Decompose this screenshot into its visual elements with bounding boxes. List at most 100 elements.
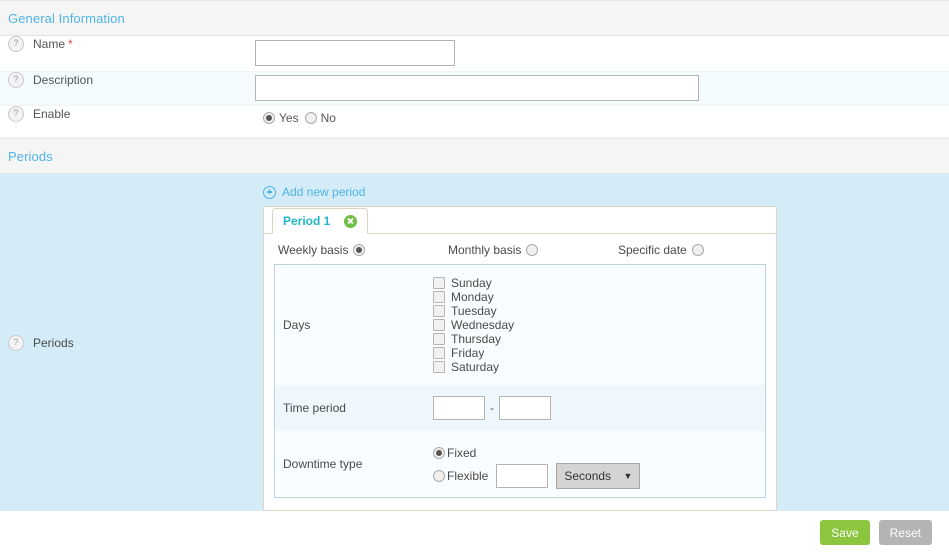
form-page: General Information ? Name * ? Descripti… [0, 0, 949, 530]
radio-specific-date-label: Specific date [618, 243, 687, 257]
add-new-period-link[interactable]: Add new period [263, 185, 365, 199]
label-enable: ? Enable [0, 106, 255, 122]
checkbox-tuesday-label: Tuesday [451, 304, 497, 318]
label-periods: ? Periods [0, 174, 255, 511]
checkbox-monday-label: Monday [451, 290, 494, 304]
downtime-flexible-row: Flexible Seconds ▼ [433, 465, 765, 486]
radio-downtime-fixed[interactable]: Fixed [433, 446, 476, 460]
close-circle-icon[interactable] [344, 215, 357, 228]
checkbox-monday[interactable]: Monday [433, 290, 765, 304]
radio-weekly-basis-label: Weekly basis [278, 243, 348, 257]
tab-body: Weekly basis Monthly basis Specific date [264, 234, 776, 510]
label-name-text: Name [33, 37, 65, 51]
add-new-period-label: Add new period [282, 185, 365, 199]
checkbox-friday-label: Friday [451, 346, 484, 360]
section-title-general: General Information [8, 11, 125, 26]
radio-icon[interactable] [353, 244, 365, 256]
radio-icon[interactable] [433, 470, 445, 482]
checkbox-icon[interactable] [433, 361, 445, 373]
checkbox-icon[interactable] [433, 277, 445, 289]
checkbox-thursday-label: Thursday [451, 332, 501, 346]
time-to-input[interactable] [499, 396, 551, 420]
downtime-type-label: Downtime type [275, 431, 434, 498]
checkbox-icon[interactable] [433, 333, 445, 345]
downtime-unit-value: Seconds [564, 469, 611, 483]
time-period-field: - [433, 385, 766, 431]
radio-downtime-flexible[interactable]: Flexible [433, 469, 488, 483]
form-footer: Save Reset [0, 511, 949, 554]
label-description-text: Description [33, 73, 93, 87]
days-checkbox-list: Sunday Monday Tuesday [433, 271, 765, 379]
help-icon[interactable]: ? [8, 72, 24, 88]
field-name [255, 36, 949, 66]
label-enable-text: Enable [33, 107, 70, 121]
radio-enable-no-label: No [321, 112, 336, 124]
days-field: Sunday Monday Tuesday [433, 265, 766, 386]
help-icon[interactable]: ? [8, 335, 24, 351]
help-icon[interactable]: ? [8, 106, 24, 122]
table-row-days: Days Sunday Monday [275, 265, 766, 386]
label-name: ? Name * [0, 36, 255, 52]
checkbox-thursday[interactable]: Thursday [433, 332, 765, 346]
reset-button[interactable]: Reset [879, 520, 932, 545]
radio-weekly-basis[interactable]: Weekly basis [278, 243, 448, 257]
tab-period-1[interactable]: Period 1 [272, 208, 368, 234]
section-title-periods: Periods [8, 149, 53, 164]
radio-specific-date[interactable]: Specific date [618, 243, 704, 257]
checkbox-tuesday[interactable]: Tuesday [433, 304, 765, 318]
radio-icon[interactable] [433, 447, 445, 459]
help-icon[interactable]: ? [8, 36, 24, 52]
form-row-description: ? Description [0, 72, 949, 106]
days-label: Days [275, 265, 434, 386]
section-header-periods: Periods [0, 138, 949, 174]
name-input[interactable] [255, 40, 455, 66]
time-separator: - [490, 401, 494, 415]
radio-enable-no[interactable]: No [305, 112, 336, 124]
chevron-down-icon: ▼ [623, 471, 632, 481]
radio-icon[interactable] [526, 244, 538, 256]
checkbox-icon[interactable] [433, 347, 445, 359]
radio-enable-yes[interactable]: Yes [263, 112, 299, 124]
radio-icon[interactable] [305, 112, 317, 124]
time-from-input[interactable] [433, 396, 485, 420]
required-asterisk: * [68, 37, 73, 51]
field-description [255, 72, 949, 101]
checkbox-icon[interactable] [433, 291, 445, 303]
radio-icon[interactable] [692, 244, 704, 256]
plus-circle-icon [263, 186, 276, 199]
checkbox-saturday-label: Saturday [451, 360, 499, 374]
radio-monthly-basis-label: Monthly basis [448, 243, 521, 257]
downtime-type-field: Fixed Flexible [433, 431, 766, 498]
periods-area: ? Periods Add new period Period 1 [0, 174, 949, 511]
checkbox-wednesday-label: Wednesday [451, 318, 514, 332]
save-button[interactable]: Save [820, 520, 869, 545]
downtime-unit-select[interactable]: Seconds ▼ [556, 463, 640, 489]
period-tab-panel: Period 1 Weekly basis Monthly basis [263, 206, 777, 511]
section-header-general: General Information [0, 0, 949, 36]
description-input[interactable] [255, 75, 699, 101]
checkbox-icon[interactable] [433, 305, 445, 317]
downtime-duration-input[interactable] [496, 464, 548, 488]
label-periods-text: Periods [33, 336, 74, 350]
form-row-name: ? Name * [0, 36, 949, 72]
checkbox-icon[interactable] [433, 319, 445, 331]
field-enable: Yes No [255, 106, 949, 132]
tab-period-1-label: Period 1 [283, 214, 330, 228]
checkbox-sunday-label: Sunday [451, 276, 492, 290]
table-row-downtime-type: Downtime type Fixed [275, 431, 766, 498]
radio-monthly-basis[interactable]: Monthly basis [448, 243, 618, 257]
periods-content: Add new period Period 1 Weekly basis [255, 174, 949, 511]
radio-downtime-fixed-label: Fixed [447, 446, 476, 460]
time-period-label: Time period [275, 385, 434, 431]
basis-options-row: Weekly basis Monthly basis Specific date [274, 243, 766, 257]
checkbox-sunday[interactable]: Sunday [433, 276, 765, 290]
checkbox-saturday[interactable]: Saturday [433, 360, 765, 374]
label-description: ? Description [0, 72, 255, 88]
table-row-time-period: Time period - [275, 385, 766, 431]
checkbox-wednesday[interactable]: Wednesday [433, 318, 765, 332]
radio-enable-yes-label: Yes [279, 112, 299, 124]
tab-strip: Period 1 [264, 207, 776, 234]
radio-icon[interactable] [263, 112, 275, 124]
checkbox-friday[interactable]: Friday [433, 346, 765, 360]
period-details-table: Days Sunday Monday [274, 264, 766, 498]
